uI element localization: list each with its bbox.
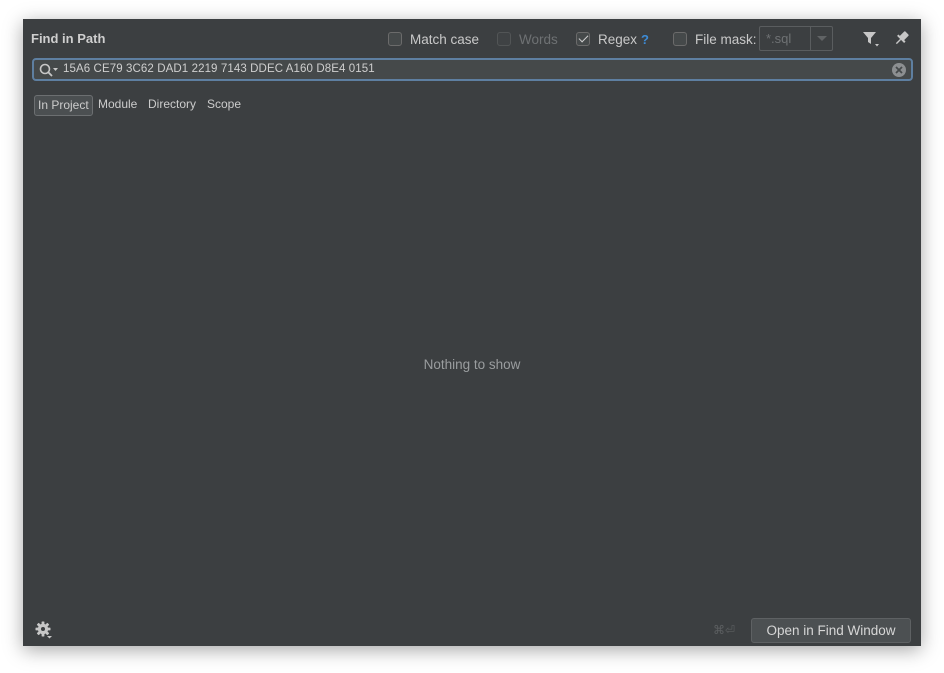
regex-option[interactable]: Regex ? (576, 30, 649, 48)
words-option: Words (497, 30, 558, 48)
regex-checkbox[interactable] (576, 32, 590, 46)
search-icon[interactable] (38, 62, 60, 83)
search-input[interactable]: 15A6 CE79 3C62 DAD1 2219 7143 DDEC A160 … (63, 63, 375, 75)
match-case-checkbox[interactable] (388, 32, 402, 46)
words-checkbox (497, 32, 511, 46)
empty-results-text: Nothing to show (423, 357, 521, 372)
file-mask-option[interactable]: File mask: (673, 30, 757, 48)
match-case-option[interactable]: Match case (388, 30, 479, 48)
shortcut-hint: ⌘⏎ (713, 623, 736, 637)
gear-icon[interactable] (35, 621, 53, 644)
match-case-label: Match case (410, 31, 480, 47)
scope-tab-in-project[interactable]: In Project (34, 95, 93, 116)
file-mask-checkbox[interactable] (673, 32, 687, 46)
filter-icon[interactable] (860, 29, 882, 49)
words-label: Words (519, 31, 558, 47)
regex-help-link[interactable]: ? (641, 32, 649, 47)
scope-tab-module[interactable]: Module (98, 95, 137, 116)
regex-label: Regex (598, 31, 638, 47)
pin-icon[interactable] (891, 29, 913, 49)
file-mask-dropdown[interactable] (810, 27, 832, 50)
scope-tab-scope[interactable]: Scope (207, 95, 241, 116)
scope-tab-directory[interactable]: Directory (148, 95, 196, 116)
dialog-title: Find in Path (31, 31, 106, 46)
clear-icon[interactable] (891, 62, 907, 83)
file-mask-label: File mask: (695, 31, 757, 47)
open-in-find-window-button[interactable]: Open in Find Window (751, 618, 911, 643)
find-in-path-dialog: Find in Path Match case Words Regex ? Fi… (23, 19, 921, 646)
search-field[interactable]: 15A6 CE79 3C62 DAD1 2219 7143 DDEC A160 … (32, 58, 913, 81)
